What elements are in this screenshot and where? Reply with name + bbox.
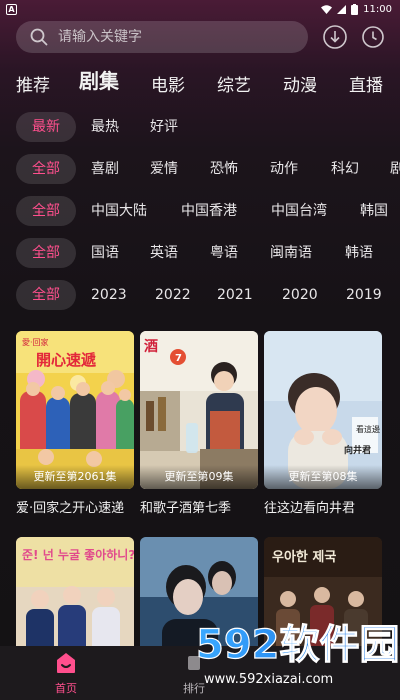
signal-icon [337,4,347,14]
status-right: 11:00 [321,3,392,15]
filter-chip[interactable]: 好评 [150,112,178,142]
filter-row-genre: 全部 喜剧 爱情 恐怖 动作 科幻 剧 [16,154,400,184]
poster-logo-text: 開心速遞 [36,351,97,369]
nav-home[interactable]: 首页 [26,646,106,700]
filter-chip[interactable]: 2020 [282,280,318,310]
watermark-logo: 592软件园 [195,621,400,668]
episode-badge: 更新至第2061集 [16,465,134,489]
poster-image: 酒 7 更新至第09集 [140,331,258,489]
filter-chip[interactable]: 2022 [155,280,191,310]
filter-chip[interactable]: 最新 [16,112,76,142]
nav-home-label: 首页 [55,682,77,695]
filter-chip[interactable]: 2019 [346,280,382,310]
search-input[interactable] [58,29,278,45]
filter-chip[interactable]: 最热 [91,112,119,142]
poster-brand-text: 愛·回家 [22,337,49,347]
poster-logo-text: 준! 넌 누굴 좋아하니? [22,547,134,562]
filter-row-year: 全部 2023 2022 2021 2020 2019 [16,280,400,310]
filter-chip[interactable]: 粤语 [210,238,238,268]
filter-chip[interactable]: 动作 [270,154,298,184]
status-bar: A 11:00 [0,0,400,18]
download-icon[interactable] [322,24,348,50]
episode-badge: 更新至第08集 [264,465,382,489]
wifi-icon [321,4,333,14]
poster-season-number: 7 [175,353,182,364]
poster-image: 看這邊 向井君 更新至第08集 [264,331,382,489]
tab-anime[interactable]: 动漫 [283,71,317,96]
site-watermark: 592软件园 www.592xiazai.com [192,612,400,700]
filter-chip[interactable]: 中国台湾 [271,196,327,226]
filter-chip[interactable]: 全部 [16,154,76,184]
poster-logo-text: 酒 [144,339,158,355]
filter-chip[interactable]: 韩语 [345,238,373,268]
search-row [16,20,392,54]
poster-title-text: 向井君 [344,444,371,456]
search-icon [30,28,48,46]
tab-live[interactable]: 直播 [349,71,383,96]
notification-a-icon: A [6,3,17,15]
filter-chip[interactable]: 全部 [16,238,76,268]
drama-card[interactable]: 看這邊 向井君 更新至第08集 往这边看向井君 [264,331,382,516]
status-time: 11:00 [363,3,392,15]
filter-chip[interactable]: 科幻 [331,154,359,184]
filter-chip[interactable]: 中国香港 [181,196,237,226]
home-icon [57,653,75,673]
app-screen: A 11:00 推荐 剧集 电影 综 [0,0,400,700]
card-title: 往这边看向井君 [264,501,356,516]
filter-chip[interactable]: 剧 [390,154,400,184]
tab-recommend[interactable]: 推荐 [16,71,50,96]
filter-chip[interactable]: 国语 [91,238,119,268]
filter-chip[interactable]: 全部 [16,280,76,310]
watermark-url: www.592xiazai.com [204,672,334,687]
drama-card[interactable]: 酒 7 更新至第09集 和歌子酒第七季 [140,331,258,516]
filter-chip[interactable]: 喜剧 [91,154,119,184]
watermark-brand: 592软件园 [196,622,400,668]
poster-logo-text: 우아한 제국 [272,549,336,565]
category-tabs: 推荐 剧集 电影 综艺 动漫 直播 [0,66,400,100]
filter-chip[interactable]: 中国大陆 [91,196,147,226]
tab-variety[interactable]: 综艺 [217,71,251,96]
filter-chip[interactable]: 英语 [150,238,178,268]
card-title: 和歌子酒第七季 [140,501,232,516]
filter-chip[interactable]: 全部 [16,196,76,226]
tab-movies[interactable]: 电影 [151,71,185,96]
filter-row-sort: 最新 最热 好评 [16,112,400,142]
search-bar[interactable] [16,21,308,53]
filter-chip[interactable]: 韩国 [360,196,388,226]
poster-side-text: 看這邊 [356,424,380,434]
filter-row-language: 全部 国语 英语 粤语 闽南语 韩语 [16,238,400,268]
filter-chip[interactable]: 2021 [217,280,253,310]
card-title: 爱·回家之开心速递 [16,501,125,516]
battery-icon [351,3,359,15]
history-clock-icon[interactable] [360,24,386,50]
filter-chip[interactable]: 闽南语 [270,238,312,268]
filter-chip[interactable]: 恐怖 [210,154,238,184]
filter-chip[interactable]: 2023 [91,280,127,310]
status-left: A [6,3,17,15]
poster-image: 愛·回家 開心速遞 更新至第2061集 [16,331,134,489]
drama-card[interactable]: 愛·回家 開心速遞 更新至第2061集 爱·回家之开心速递 [16,331,134,516]
filter-chip[interactable]: 爱情 [150,154,178,184]
episode-badge: 更新至第09集 [140,465,258,489]
tab-series[interactable]: 剧集 [79,65,119,94]
filter-row-region: 全部 中国大陆 中国香港 中国台湾 韩国 [16,196,400,226]
